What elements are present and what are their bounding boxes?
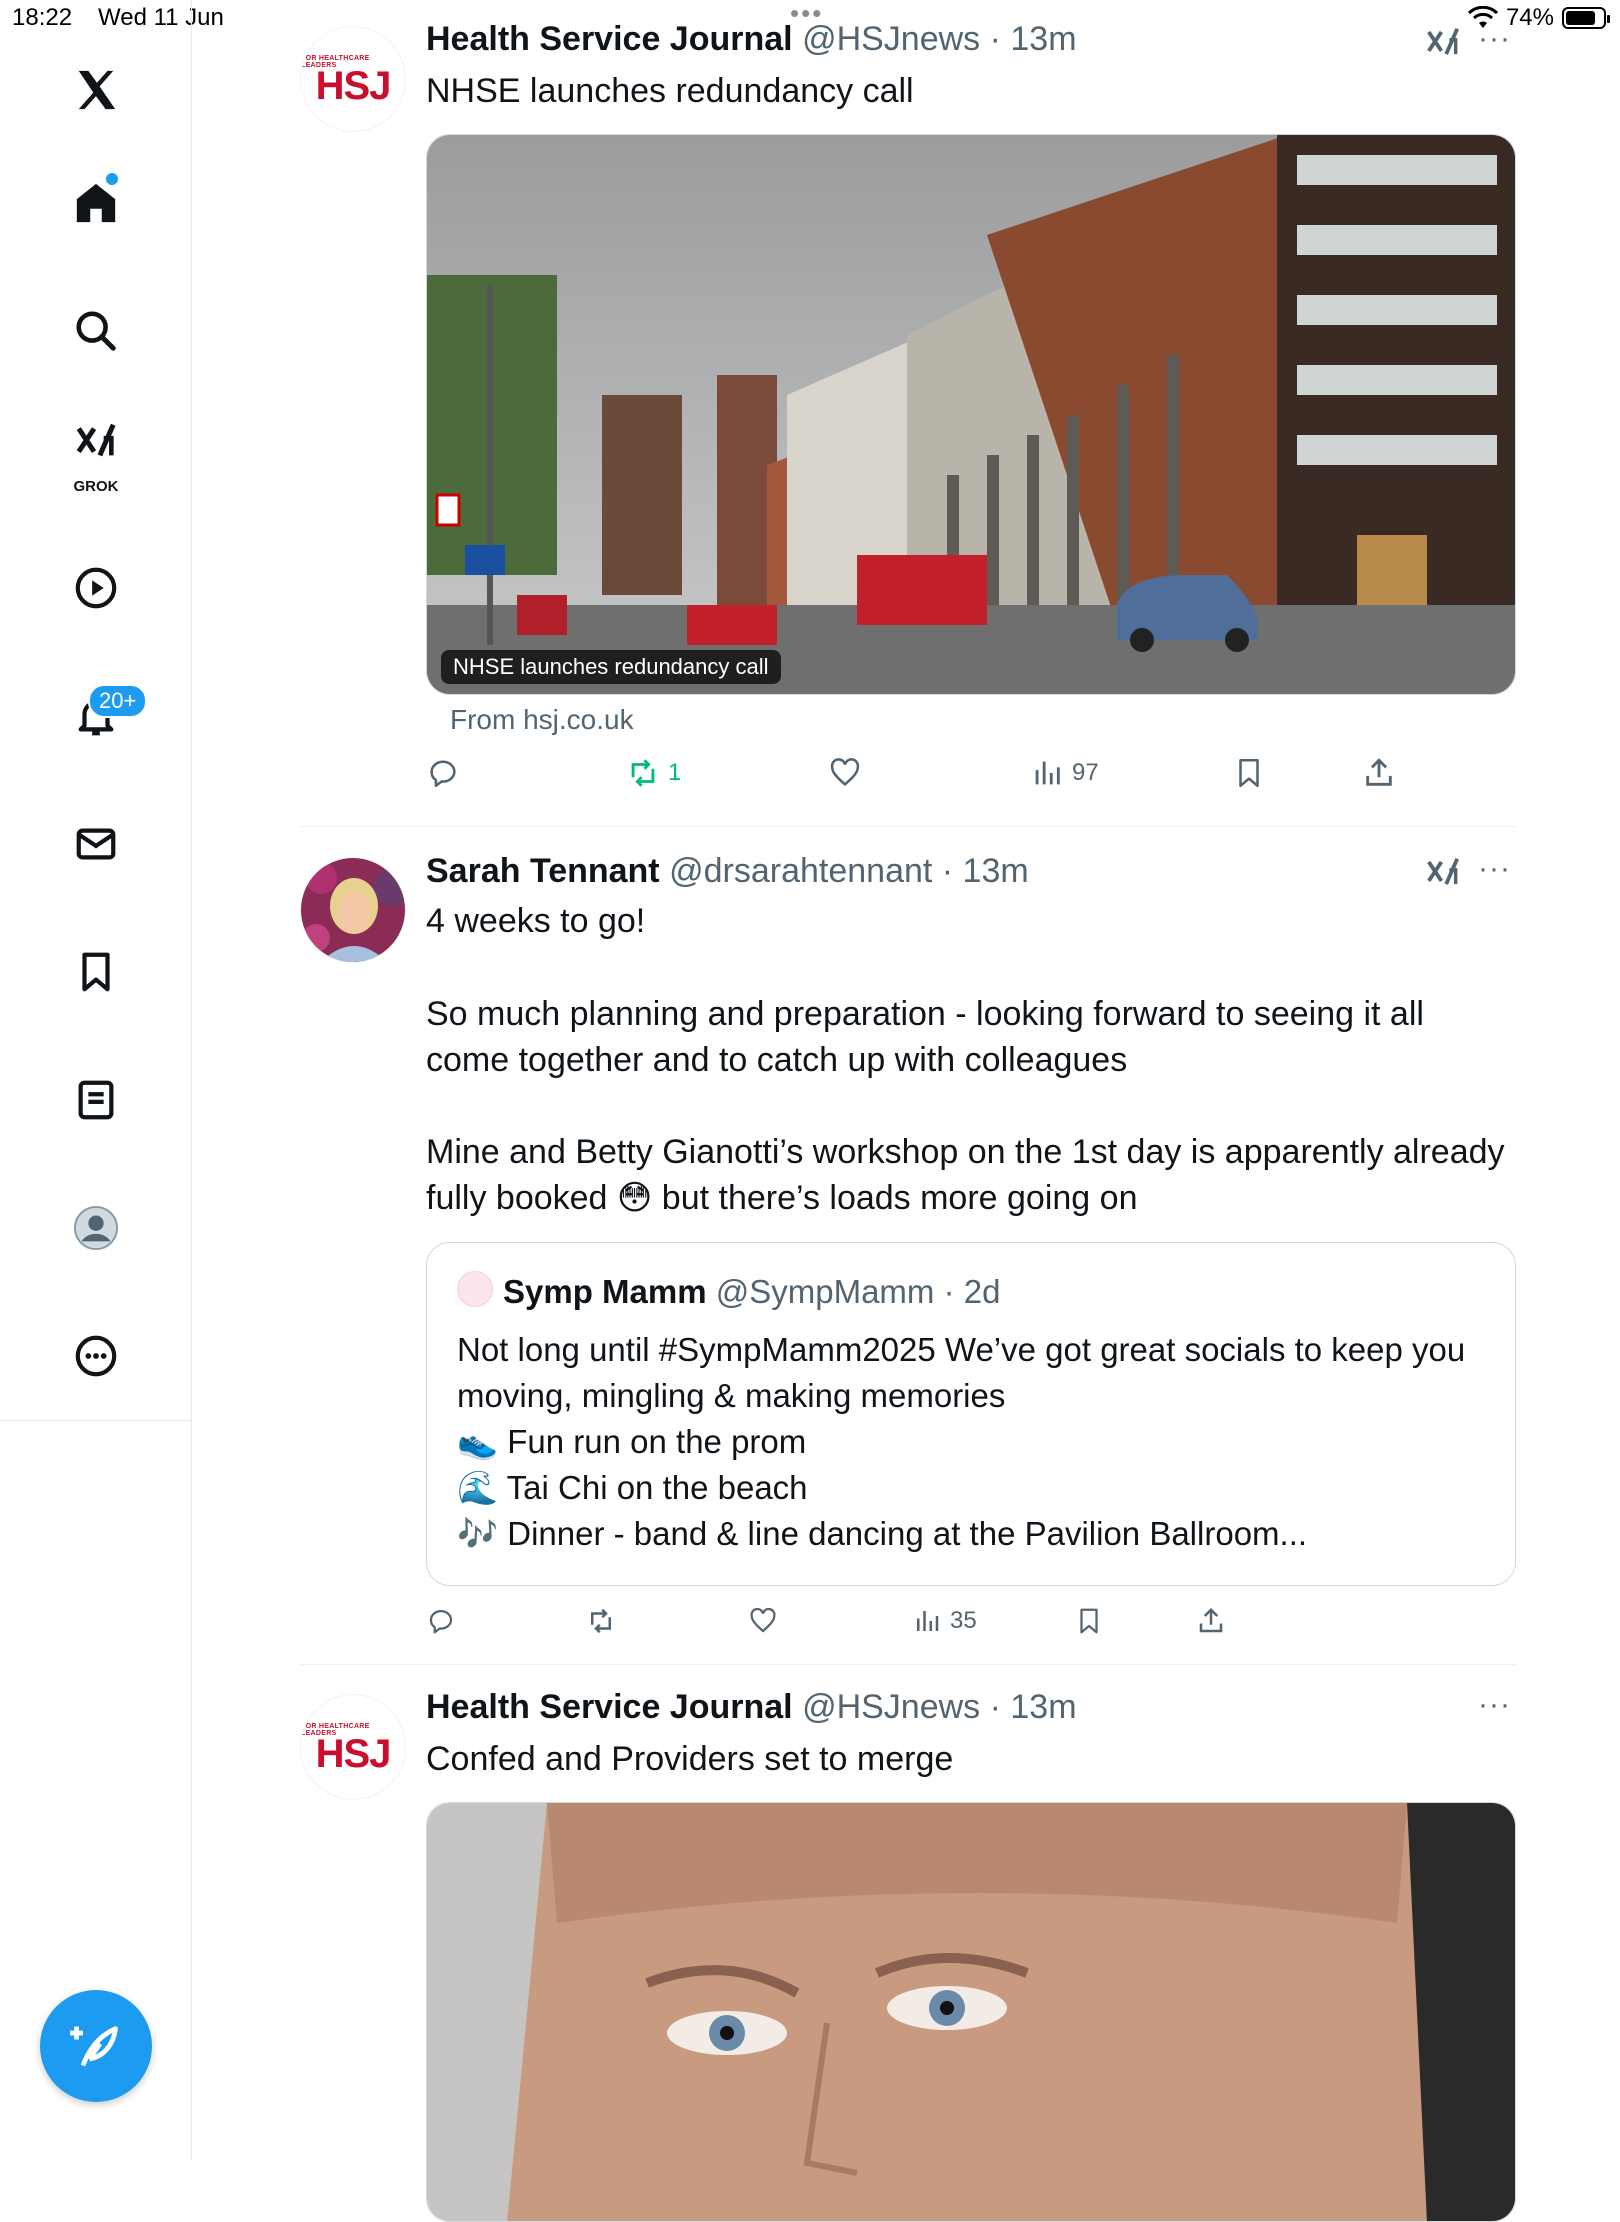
author-avatar[interactable] <box>300 857 406 963</box>
reply-button[interactable] <box>426 1606 456 1636</box>
tweet-divider <box>300 1664 1516 1665</box>
bookmarks-icon[interactable] <box>56 932 136 1012</box>
quoted-author-avatar[interactable] <box>457 1271 493 1307</box>
bookmark-icon <box>1080 1608 1098 1634</box>
heart-icon <box>750 1607 776 1633</box>
views-count: 97 <box>1072 759 1099 786</box>
retweet-button[interactable] <box>586 1606 616 1636</box>
tweet-text: NHSE launches redundancy call <box>426 72 914 110</box>
more-options-icon[interactable] <box>56 1316 136 1396</box>
quoted-author-name[interactable]: Symp Mamm <box>503 1273 707 1310</box>
author-handle-time[interactable]: @drsarahtennant · 13m <box>669 852 1029 890</box>
like-button[interactable] <box>748 1606 778 1636</box>
quoted-tweet-text: Not long until #SympMamm2025 We’ve got g… <box>457 1327 1497 1557</box>
retweet-icon <box>631 759 655 787</box>
notifications-badge: 20+ <box>88 684 148 718</box>
reply-icon <box>429 1609 453 1634</box>
reply-button[interactable] <box>426 756 460 790</box>
tweet-text-paragraph: Mine and Betty Gianotti’s workshop on th… <box>426 1133 1505 1217</box>
quoted-author-handle-time[interactable]: @SympMamm · 2d <box>716 1273 1001 1310</box>
share-icon <box>1366 758 1392 786</box>
share-icon <box>1199 1607 1223 1633</box>
share-button[interactable] <box>1196 1606 1226 1636</box>
man-portrait-photo <box>427 1803 1515 2221</box>
author-handle-time[interactable]: @HSJnews · 13m <box>802 1688 1076 1726</box>
more-icon[interactable]: ··· <box>1478 22 1511 56</box>
share-button[interactable] <box>1362 756 1396 790</box>
bookmark-icon <box>1239 758 1259 788</box>
compose-feather-icon <box>70 2026 118 2067</box>
tweet-header: Health Service Journal @HSJnews · 13m <box>426 1688 1077 1727</box>
tweet-header: Sarah Tennant @drsarahtennant · 13m <box>426 852 1029 891</box>
retweet-button[interactable]: 1 <box>626 756 681 790</box>
tweet-text-line: 4 weeks to go! <box>426 902 646 940</box>
profile-avatar-icon[interactable] <box>56 1188 136 1268</box>
grok-label: GROK <box>73 478 119 495</box>
compose-post-button[interactable] <box>40 1990 152 2102</box>
more-icon[interactable]: ··· <box>1478 852 1511 886</box>
author-avatar[interactable]: FOR HEALTHCARE LEADERS HSJ <box>300 26 406 132</box>
author-avatar[interactable]: FOR HEALTHCARE LEADERS HSJ <box>300 1694 406 1800</box>
reply-icon <box>430 760 456 788</box>
more-icon[interactable]: ··· <box>1478 1688 1511 1722</box>
tweet-header: Health Service Journal @HSJnews · 13m <box>426 20 1077 59</box>
quoted-text-line: Not long until #SympMamm2025 We’ve got g… <box>457 1331 1466 1414</box>
retweet-count: 1 <box>668 759 682 786</box>
quoted-tweet[interactable]: Symp Mamm @SympMamm · 2d Not long until … <box>426 1242 1516 1586</box>
quoted-text-line: 🌊 Tai Chi on the beach <box>457 1469 808 1506</box>
tweet-divider <box>300 826 1516 827</box>
author-name[interactable]: Health Service Journal <box>426 1688 793 1726</box>
battery-icon <box>1562 7 1610 29</box>
heart-icon <box>830 758 860 787</box>
views-count: 35 <box>950 1607 977 1634</box>
hsj-logo: FOR HEALTHCARE LEADERS HSJ <box>301 1695 405 1799</box>
link-card-caption: NHSE launches redundancy call <box>441 650 781 684</box>
author-name[interactable]: Health Service Journal <box>426 20 793 58</box>
home-unread-dot <box>106 173 118 185</box>
views-button[interactable]: 97 <box>1030 756 1099 790</box>
author-name[interactable]: Sarah Tennant <box>426 852 660 890</box>
link-source[interactable]: From hsj.co.uk <box>450 704 634 736</box>
like-button[interactable] <box>828 756 862 790</box>
home-icon[interactable] <box>56 163 136 243</box>
messages-icon[interactable] <box>56 804 136 884</box>
link-card-image[interactable] <box>426 1802 1516 2222</box>
x-logo-icon[interactable] <box>56 50 136 130</box>
quoted-text-line: 👟 Fun run on the prom <box>457 1423 807 1460</box>
grok-icon[interactable] <box>56 410 136 474</box>
views-chart-icon <box>917 1611 939 1631</box>
search-icon[interactable] <box>56 291 136 371</box>
tweet-text: Confed and Providers set to merge <box>426 1740 954 1778</box>
battery-percent: 74% <box>1505 4 1554 31</box>
grok-icon[interactable] <box>1424 24 1462 62</box>
hsj-logo: FOR HEALTHCARE LEADERS HSJ <box>301 27 405 131</box>
sarah-tennant-photo <box>301 858 405 962</box>
sidebar-divider <box>0 1420 192 1421</box>
retweet-icon <box>591 1608 611 1634</box>
author-handle-time[interactable]: @HSJnews · 13m <box>802 20 1076 58</box>
views-chart-icon <box>1035 761 1060 785</box>
hsj-logo-text: HSJ <box>315 64 392 108</box>
lists-icon[interactable] <box>56 1060 136 1140</box>
quoted-text-line: 🎶 Dinner - band & line dancing at the Pa… <box>457 1515 1308 1552</box>
quoted-tweet-header: Symp Mamm @SympMamm · 2d <box>457 1271 1000 1311</box>
bookmark-button[interactable] <box>1232 756 1266 790</box>
grok-icon[interactable] <box>1424 854 1462 892</box>
street-building-photo <box>427 135 1515 694</box>
link-card-image[interactable]: NHSE launches redundancy call <box>426 134 1516 695</box>
views-button[interactable]: 35 <box>912 1606 977 1636</box>
bookmark-button[interactable] <box>1074 1606 1104 1636</box>
video-icon[interactable] <box>56 548 136 628</box>
hsj-logo-text: HSJ <box>315 1732 392 1776</box>
tweet-text-paragraph: So much planning and preparation - looki… <box>426 995 1424 1079</box>
